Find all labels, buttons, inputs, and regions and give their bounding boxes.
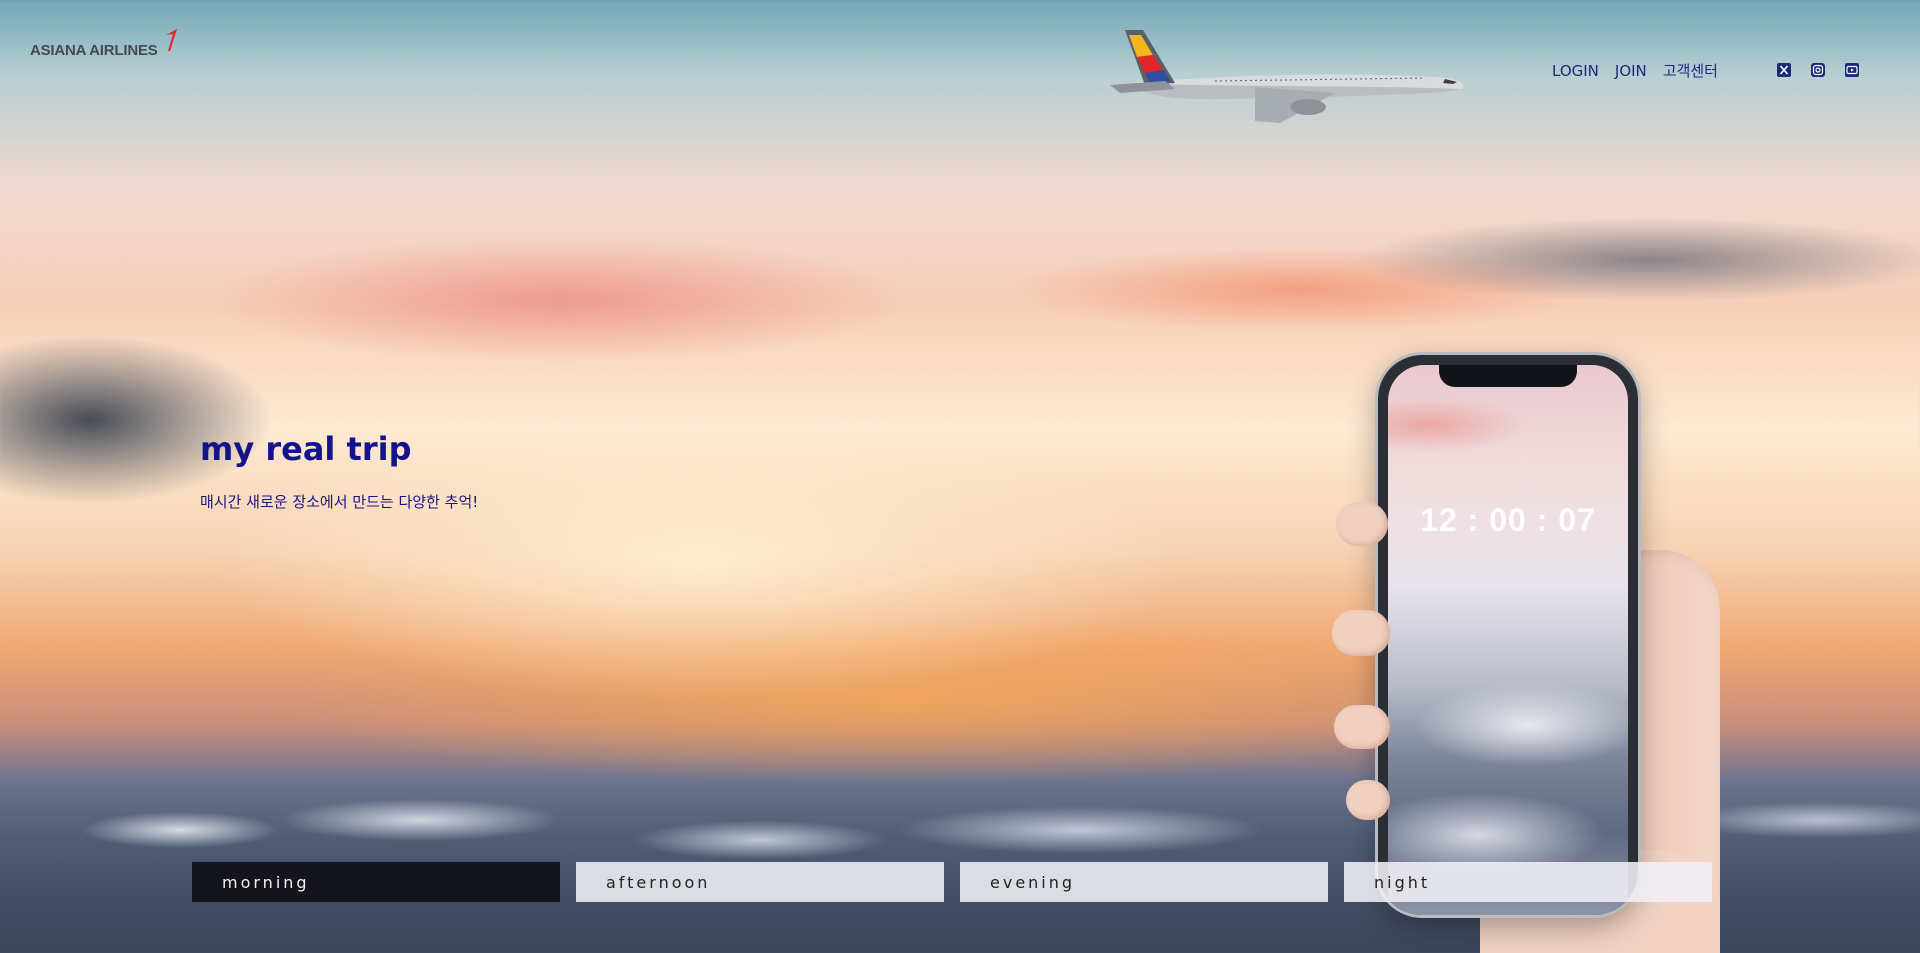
social-links bbox=[1776, 62, 1860, 78]
phone-screen: 12 : 00 : 07 bbox=[1388, 365, 1628, 915]
instagram-icon[interactable] bbox=[1810, 62, 1826, 78]
youtube-icon[interactable] bbox=[1844, 62, 1860, 78]
logo-text: ASIANA AIRLINES bbox=[30, 42, 158, 59]
hero-title: my real trip bbox=[200, 430, 412, 468]
phone-notch bbox=[1439, 365, 1577, 387]
phone-clock: 12 : 00 : 07 bbox=[1420, 502, 1596, 538]
login-link[interactable]: LOGIN bbox=[1552, 62, 1599, 80]
join-link[interactable]: JOIN bbox=[1615, 62, 1647, 80]
finger bbox=[1332, 610, 1390, 656]
time-of-day-tabs: morning afternoon evening night bbox=[192, 862, 1712, 902]
finger bbox=[1334, 705, 1390, 749]
x-icon[interactable] bbox=[1776, 62, 1792, 78]
tab-afternoon[interactable]: afternoon bbox=[576, 862, 944, 902]
asiana-logo[interactable]: ASIANA AIRLINES bbox=[30, 28, 190, 64]
finger bbox=[1346, 780, 1390, 820]
logo-wing-icon bbox=[166, 29, 177, 51]
top-nav: LOGIN JOIN 고객센터 bbox=[1552, 60, 1718, 81]
phone-device: 12 : 00 : 07 bbox=[1378, 355, 1638, 915]
airplane-image bbox=[1110, 30, 1463, 123]
tab-morning[interactable]: morning bbox=[192, 862, 560, 902]
hero-subtitle: 매시간 새로운 장소에서 만드는 다양한 추억! bbox=[200, 493, 479, 511]
finger bbox=[1336, 502, 1388, 546]
tab-evening[interactable]: evening bbox=[960, 862, 1328, 902]
tab-night[interactable]: night bbox=[1344, 862, 1712, 902]
customer-center-link[interactable]: 고객센터 bbox=[1663, 60, 1718, 81]
